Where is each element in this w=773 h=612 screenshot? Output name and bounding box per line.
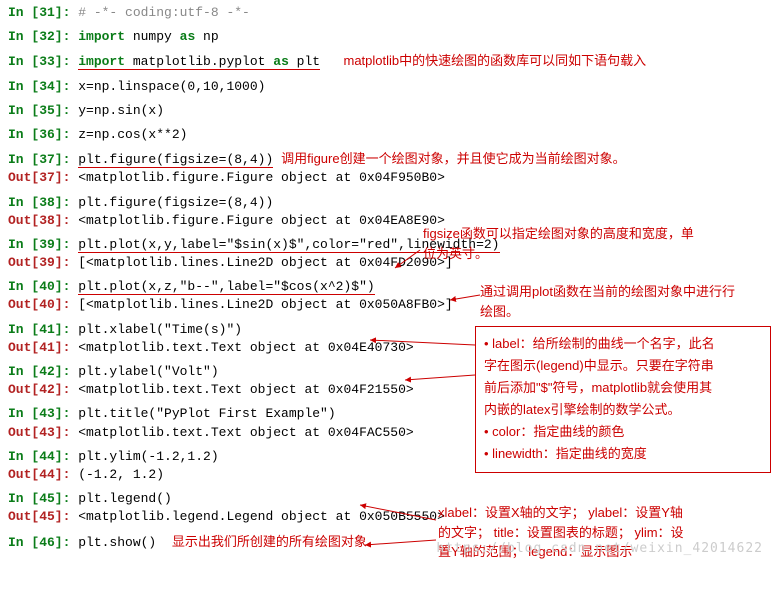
output: <matplotlib.text.Text object at 0x04FAC5… xyxy=(78,425,413,440)
code: # -*- coding:utf-8 -*- xyxy=(78,5,250,20)
cell-37: In [37]: plt.figure(figsize=(8,4)) 调用fig… xyxy=(8,150,765,187)
code: plt.figure(figsize=(8,4)) xyxy=(78,195,273,210)
code: z=np.cos(x**2) xyxy=(78,127,187,142)
code: plt.title("PyPlot First Example") xyxy=(78,406,335,421)
in-prompt: In [31]: xyxy=(8,5,78,20)
cell-31: In [31]: # -*- coding:utf-8 -*- xyxy=(8,4,765,22)
out-prompt: Out[43]: xyxy=(8,425,78,440)
code: y=np.sin(x) xyxy=(78,103,164,118)
annotation: 显示出我们所创建的所有绘图对象 xyxy=(172,534,367,549)
code: plt.show() xyxy=(78,535,156,550)
out-prompt: Out[39]: xyxy=(8,255,78,270)
in-prompt: In [46]: xyxy=(8,535,78,550)
out-prompt: Out[38]: xyxy=(8,213,78,228)
output: <matplotlib.figure.Figure object at 0x04… xyxy=(78,170,445,185)
output: <matplotlib.figure.Figure object at 0x04… xyxy=(78,213,445,228)
in-prompt: In [44]: xyxy=(8,449,78,464)
code: plt.ylabel("Volt") xyxy=(78,364,218,379)
code: import numpy as np xyxy=(78,29,218,44)
code: plt.legend() xyxy=(78,491,172,506)
cell-34: In [34]: x=np.linspace(0,10,1000) xyxy=(8,78,765,96)
in-prompt: In [32]: xyxy=(8,29,78,44)
code: plt.plot(x,z,"b--",label="$cos(x^2)$") xyxy=(78,279,374,295)
cell-35: In [35]: y=np.sin(x) xyxy=(8,102,765,120)
in-prompt: In [45]: xyxy=(8,491,78,506)
output: [<matplotlib.lines.Line2D object at 0x04… xyxy=(78,255,452,270)
cell-33: In [33]: import matplotlib.pyplot as plt… xyxy=(8,52,765,71)
watermark: https://blog.csdn.net/weixin_42014622 xyxy=(436,540,763,558)
output: (-1.2, 1.2) xyxy=(78,467,164,482)
in-prompt: In [36]: xyxy=(8,127,78,142)
output: [<matplotlib.lines.Line2D object at 0x05… xyxy=(78,297,452,312)
in-prompt: In [39]: xyxy=(8,237,78,252)
code: plt.xlabel("Time(s)") xyxy=(78,322,242,337)
legend-notes-box: • label：给所绘制的曲线一个名字，此名 字在图示(legend)中显示。只… xyxy=(475,326,771,473)
annotation: matplotlib中的快速绘图的函数库可以同如下语句载入 xyxy=(344,53,647,68)
cell-36: In [36]: z=np.cos(x**2) xyxy=(8,126,765,144)
annotation: 调用figure创建一个绘图对象，并且使它成为当前绘图对象。 xyxy=(281,151,626,166)
in-prompt: In [33]: xyxy=(8,54,78,69)
in-prompt: In [34]: xyxy=(8,79,78,94)
annotation-figsize: figsize函数可以指定绘图对象的高度和宽度，单位为英寸。 xyxy=(423,224,703,263)
in-prompt: In [38]: xyxy=(8,195,78,210)
out-prompt: Out[37]: xyxy=(8,170,78,185)
code: x=np.linspace(0,10,1000) xyxy=(78,79,265,94)
code: plt.figure(figsize=(8,4)) xyxy=(78,152,273,168)
output: <matplotlib.legend.Legend object at 0x05… xyxy=(78,509,445,524)
out-prompt: Out[45]: xyxy=(8,509,78,524)
code: plt.ylim(-1.2,1.2) xyxy=(78,449,218,464)
in-prompt: In [43]: xyxy=(8,406,78,421)
out-prompt: Out[44]: xyxy=(8,467,78,482)
in-prompt: In [40]: xyxy=(8,279,78,294)
in-prompt: In [42]: xyxy=(8,364,78,379)
out-prompt: Out[42]: xyxy=(8,382,78,397)
output: <matplotlib.text.Text object at 0x04E407… xyxy=(78,340,413,355)
out-prompt: Out[40]: xyxy=(8,297,78,312)
annotation-plot: 通过调用plot函数在当前的绘图对象中进行行绘图。 xyxy=(480,282,740,321)
output: <matplotlib.text.Text object at 0x04F215… xyxy=(78,382,413,397)
code: import matplotlib.pyplot as plt xyxy=(78,54,320,70)
in-prompt: In [35]: xyxy=(8,103,78,118)
out-prompt: Out[41]: xyxy=(8,340,78,355)
in-prompt: In [37]: xyxy=(8,152,78,167)
cell-32: In [32]: import numpy as np xyxy=(8,28,765,46)
in-prompt: In [41]: xyxy=(8,322,78,337)
